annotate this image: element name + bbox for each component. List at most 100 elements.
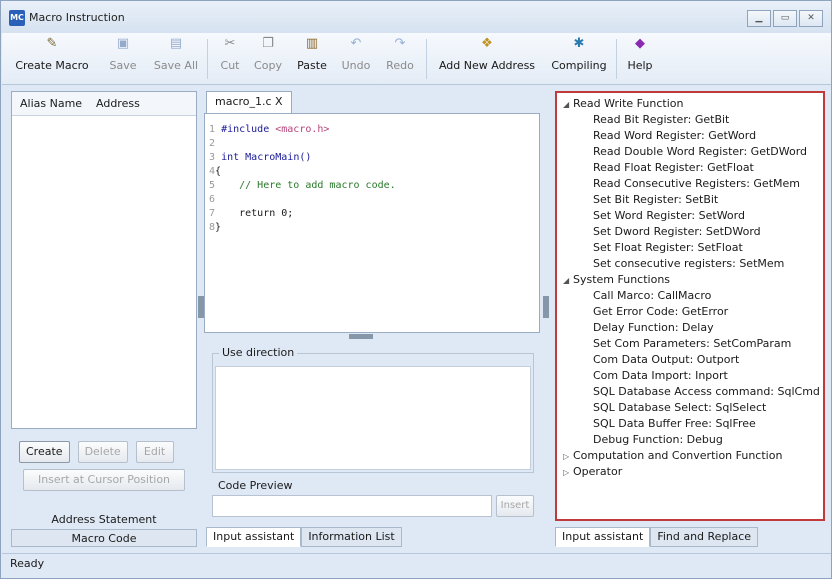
close-button[interactable]: ✕ — [799, 10, 823, 27]
maximize-button[interactable]: ▭ — [773, 10, 797, 27]
address-statement-label: Address Statement — [51, 513, 157, 526]
function-panel: ◢ Read Write Function Read Bit Register: … — [551, 89, 827, 551]
tree-item[interactable]: SQL Database Access command: SqlCmd — [593, 385, 820, 398]
compile-icon: ✱ — [573, 36, 585, 51]
help-button[interactable]: ◆ Help — [624, 33, 656, 77]
address-header[interactable]: Address — [96, 97, 140, 110]
address-panel: Alias Name Address Create Delete Edit In… — [11, 91, 197, 551]
tree-item[interactable]: Read Word Register: GetWord — [593, 129, 756, 142]
code-editor[interactable]: 1 #include <macro.h> 2 3 int MacroMain()… — [204, 113, 540, 333]
editor-vertical-scrollbar[interactable] — [529, 118, 537, 318]
tree-item[interactable]: Call Marco: CallMacro — [593, 289, 711, 302]
editor-panel: macro_1.c X 1 #include <macro.h> 2 3 int… — [204, 89, 542, 551]
add-new-address-button[interactable]: ❖ Add New Address — [434, 33, 540, 77]
use-direction-label: Use direction — [219, 346, 298, 359]
collapsed-arrow-icon: ▷ — [563, 468, 570, 477]
minimize-button[interactable]: ▁ — [747, 10, 771, 27]
insert-at-cursor-button[interactable]: Insert at Cursor Position — [23, 469, 185, 491]
use-direction-group: Use direction — [212, 346, 534, 473]
paste-icon: ▥ — [305, 36, 319, 51]
editor-splitter-grip[interactable] — [349, 334, 373, 339]
code-preview-group: Code Preview Insert — [212, 479, 534, 521]
tree-item[interactable]: Set Com Parameters: SetComParam — [593, 337, 791, 350]
status-text: Ready — [10, 557, 45, 570]
tree-item[interactable]: Com Data Import: Inport — [593, 369, 728, 382]
save-icon: ▣ — [116, 36, 130, 51]
save-all-button[interactable]: ▤ Save All — [152, 33, 200, 77]
tree-item[interactable]: Set Word Register: SetWord — [593, 209, 745, 222]
tree-item[interactable]: Get Error Code: GetError — [593, 305, 728, 318]
right-splitter-handle[interactable] — [543, 296, 549, 318]
address-list[interactable]: Alias Name Address — [11, 91, 197, 429]
delete-button[interactable]: Delete — [77, 441, 128, 463]
tab-find-and-replace[interactable]: Find and Replace — [650, 527, 759, 547]
tree-item[interactable]: Delay Function: Delay — [593, 321, 714, 334]
address-list-header: Alias Name Address — [12, 92, 196, 116]
toolbar: ✎ Create Macro ▣ Save ▤ Save All ✂ Cut ❐… — [2, 33, 831, 85]
code-line: 7 return 0; — [209, 208, 294, 219]
tab-macro-code[interactable]: Macro Code — [11, 529, 197, 547]
copy-button[interactable]: ❐ Copy — [250, 33, 286, 77]
tree-item[interactable]: Set Float Register: SetFloat — [593, 241, 743, 254]
tree-item[interactable]: Read Double Word Register: GetDWord — [593, 145, 807, 158]
code-line: 2 — [209, 138, 216, 149]
create-macro-button[interactable]: ✎ Create Macro — [12, 33, 92, 77]
tree-group-read-write[interactable]: ◢ Read Write Function — [563, 97, 683, 110]
tree-group-system-functions[interactable]: ◢ System Functions — [563, 273, 670, 286]
cut-button[interactable]: ✂ Cut — [216, 33, 244, 77]
tree-item[interactable]: SQL Database Select: SqlSelect — [593, 401, 766, 414]
tab-macro-1-c[interactable]: macro_1.c X — [206, 91, 292, 113]
save-all-icon: ▤ — [169, 36, 183, 51]
tab-information-list[interactable]: Information List — [301, 527, 402, 547]
tree-item[interactable]: Set Dword Register: SetDWord — [593, 225, 761, 238]
use-direction-text — [215, 366, 531, 470]
code-line: 4{ — [209, 166, 222, 177]
redo-button[interactable]: ↷ Redo — [382, 33, 418, 77]
edit-button[interactable]: Edit — [135, 441, 174, 463]
editor-horizontal-scrollbar[interactable] — [209, 322, 519, 330]
redo-icon: ↷ — [394, 36, 406, 51]
tree-item[interactable]: Read Bit Register: GetBit — [593, 113, 729, 126]
address-icon: ❖ — [481, 36, 493, 51]
undo-button[interactable]: ↶ Undo — [338, 33, 374, 77]
code-line: 8} — [209, 222, 222, 233]
code-line: 1 #include <macro.h> — [209, 124, 330, 135]
code-line: 6 — [209, 194, 216, 205]
tree-item[interactable]: Read Consecutive Registers: GetMem — [593, 177, 800, 190]
status-bar: Ready — [2, 553, 831, 578]
tree-item[interactable]: Com Data Output: Outport — [593, 353, 739, 366]
save-button[interactable]: ▣ Save — [108, 33, 138, 77]
tree-item[interactable]: Debug Function: Debug — [593, 433, 723, 446]
alias-name-header[interactable]: Alias Name — [20, 97, 82, 110]
app-icon: MC — [9, 10, 25, 26]
cut-icon: ✂ — [224, 36, 236, 51]
tree-group-computation[interactable]: ▷ Computation and Convertion Function — [563, 449, 782, 462]
expanded-arrow-icon: ◢ — [563, 100, 570, 109]
tree-item[interactable]: Set Bit Register: SetBit — [593, 193, 718, 206]
tree-group-operator[interactable]: ▷ Operator — [563, 465, 622, 478]
window-title: Macro Instruction — [29, 11, 125, 24]
undo-icon: ↶ — [350, 36, 362, 51]
tab-input-assistant[interactable]: Input assistant — [206, 527, 302, 547]
copy-icon: ❐ — [262, 36, 274, 51]
toolbar-separator — [207, 39, 208, 79]
macro-window: MC Macro Instruction ▁ ▭ ✕ ✎ Create Macr… — [0, 0, 832, 579]
code-preview-field[interactable] — [212, 495, 492, 517]
function-tree[interactable]: ◢ Read Write Function Read Bit Register: … — [555, 91, 825, 521]
collapsed-arrow-icon: ▷ — [563, 452, 570, 461]
tree-item[interactable]: SQL Data Buffer Free: SqlFree — [593, 417, 756, 430]
title-bar: MC Macro Instruction ▁ ▭ ✕ — [1, 1, 831, 33]
code-preview-label: Code Preview — [218, 479, 293, 492]
code-line: 3 int MacroMain() — [209, 152, 312, 163]
tree-item[interactable]: Set consecutive registers: SetMem — [593, 257, 784, 270]
compiling-button[interactable]: ✱ Compiling — [548, 33, 610, 77]
expanded-arrow-icon: ◢ — [563, 276, 570, 285]
create-button[interactable]: Create — [19, 441, 70, 463]
toolbar-separator — [426, 39, 427, 79]
paste-button[interactable]: ▥ Paste — [294, 33, 330, 77]
insert-button[interactable]: Insert — [496, 495, 534, 517]
code-line: 5 // Here to add macro code. — [209, 180, 396, 191]
tab-input-assistant-right[interactable]: Input assistant — [555, 527, 651, 547]
tree-item[interactable]: Read Float Register: GetFloat — [593, 161, 754, 174]
create-macro-icon: ✎ — [46, 36, 58, 51]
